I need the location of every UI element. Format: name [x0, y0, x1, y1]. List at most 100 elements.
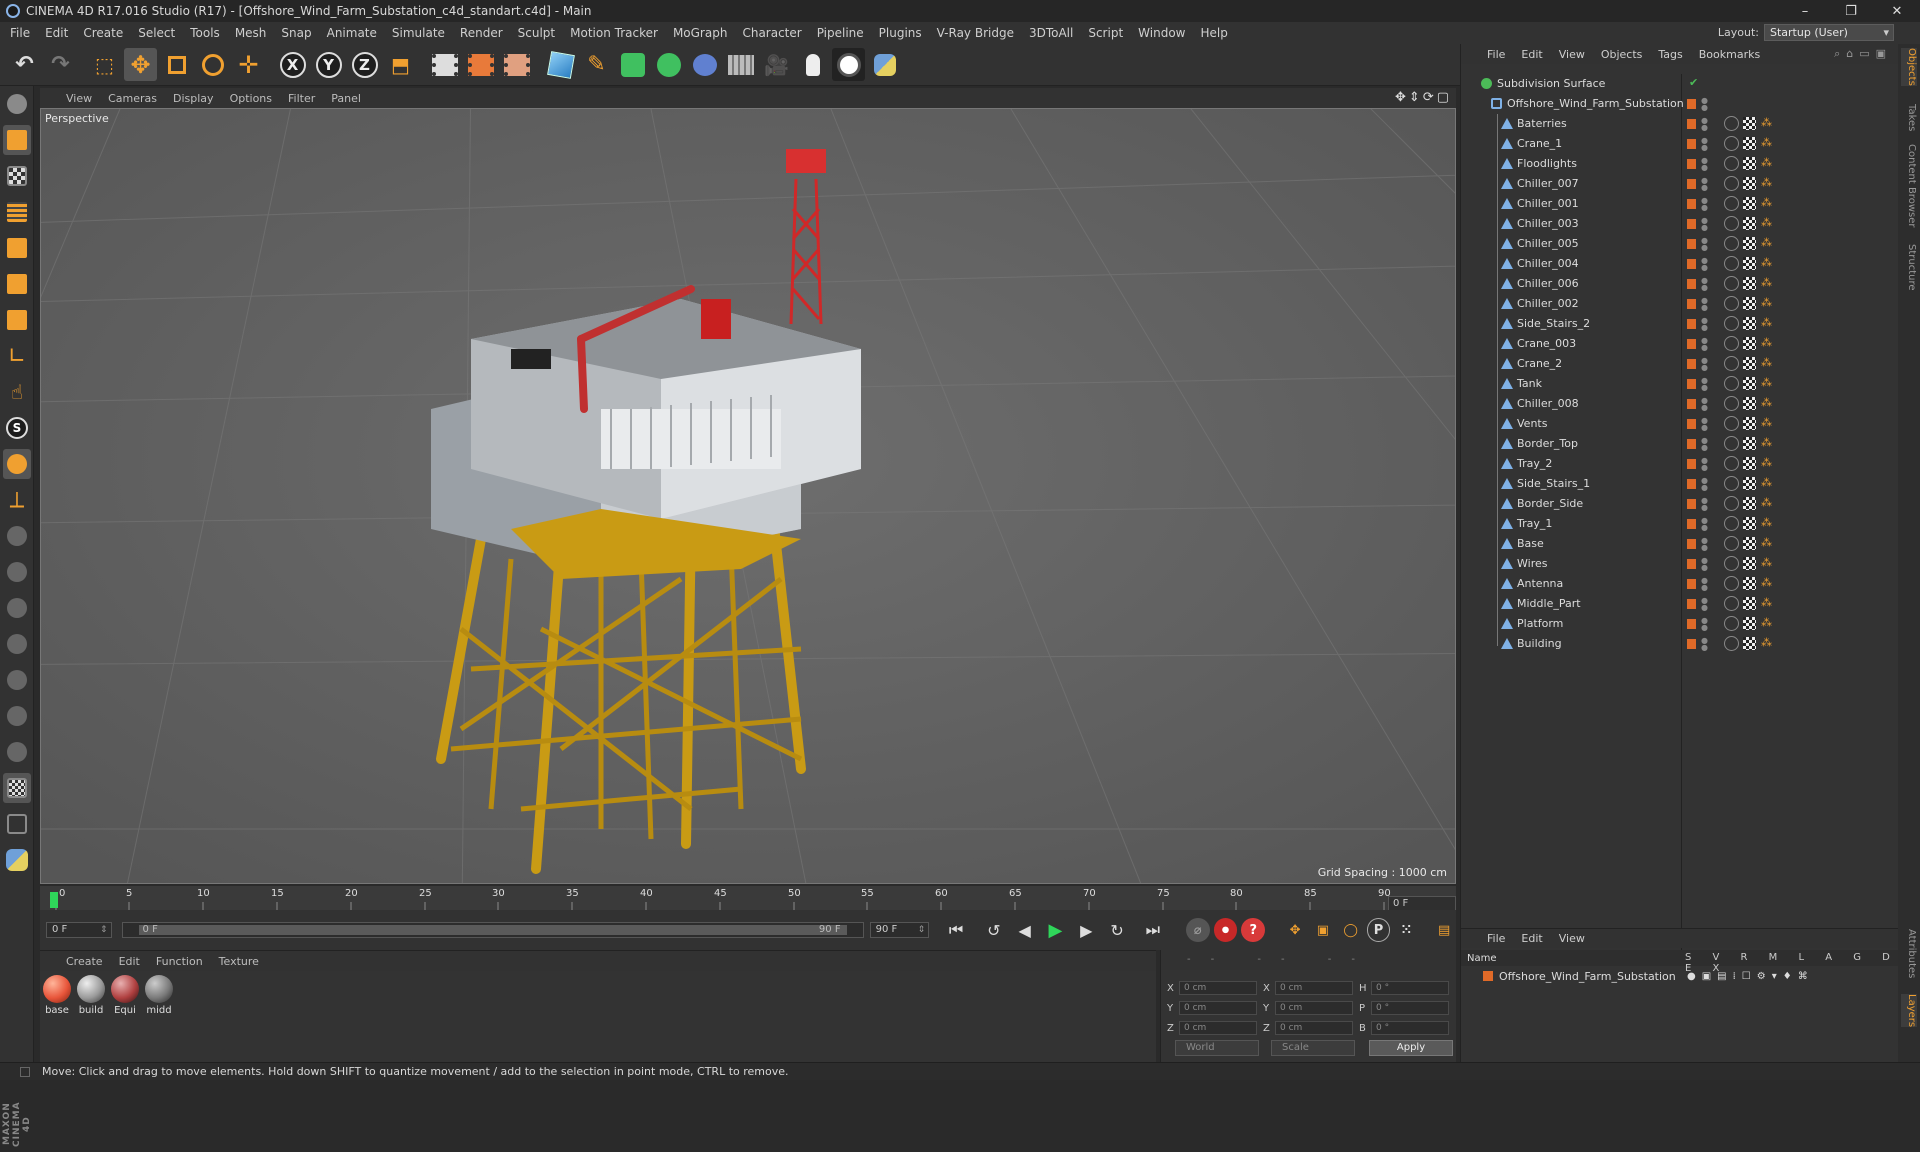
visibility-dots[interactable]: ● ●	[1701, 197, 1708, 212]
material-tag-icon[interactable]	[1724, 536, 1739, 551]
world-dropdown[interactable]: World	[1175, 1040, 1259, 1056]
tree-row-child[interactable]: Tray_2 ● ● ⁂	[1461, 454, 1899, 474]
visibility-dots[interactable]: ● ●	[1701, 537, 1708, 552]
uv-tag-icon[interactable]	[1743, 397, 1756, 410]
object-menu-edit[interactable]: Edit	[1521, 48, 1542, 61]
brush-tool-1[interactable]	[3, 521, 31, 551]
grid-lock-button[interactable]	[3, 773, 31, 803]
tab-structure[interactable]: Structure	[1901, 244, 1917, 291]
tree-row-child[interactable]: Wires ● ● ⁂	[1461, 554, 1899, 574]
position-key-button[interactable]: ✥	[1283, 918, 1307, 942]
visibility-dots[interactable]: ● ●	[1701, 397, 1708, 412]
material-equi[interactable]: Equi	[110, 975, 140, 1016]
menu-sculpt[interactable]: Sculpt	[518, 26, 555, 40]
edges-mode-button[interactable]	[3, 269, 31, 299]
cloner-button[interactable]	[652, 48, 685, 81]
visibility-dots[interactable]: ● ●	[1701, 297, 1708, 312]
tab-objects[interactable]: Objects	[1901, 48, 1917, 86]
tree-row-child[interactable]: Side_Stairs_1 ● ● ⁂	[1461, 474, 1899, 494]
visibility-dots[interactable]: ● ●	[1701, 357, 1708, 372]
visibility-dots[interactable]: ● ●	[1701, 317, 1708, 332]
material-build[interactable]: build	[76, 975, 106, 1016]
magnet-button[interactable]	[3, 449, 31, 479]
coordinate-system-button[interactable]: ⬒	[384, 48, 417, 81]
axis-mode-button[interactable]: ∟	[3, 341, 31, 371]
material-tag-icon[interactable]	[1724, 196, 1739, 211]
brush-tool-6[interactable]	[3, 701, 31, 731]
tree-row-child[interactable]: Vents ● ● ⁂	[1461, 414, 1899, 434]
vray-button[interactable]	[832, 48, 865, 81]
visibility-dots[interactable]: ● ●	[1701, 457, 1708, 472]
tree-row-root[interactable]: Subdivision Surface ✔	[1461, 74, 1899, 94]
make-editable-button[interactable]	[3, 89, 31, 119]
uv-tag-icon[interactable]	[1743, 577, 1756, 590]
uv-tag-icon[interactable]	[1743, 477, 1756, 490]
phong-tag-icon[interactable]: ⁂	[1761, 356, 1772, 369]
material-midd[interactable]: midd	[144, 975, 174, 1016]
menu-edit[interactable]: Edit	[45, 26, 68, 40]
layer-row[interactable]: Offshore_Wind_Farm_Substation ●▣▤⁞☐⚙▾♦⌘	[1461, 968, 1899, 986]
uv-tag-icon[interactable]	[1743, 637, 1756, 650]
uv-tag-icon[interactable]	[1743, 277, 1756, 290]
texture-mode-button[interactable]	[3, 161, 31, 191]
tree-row-child[interactable]: Floodlights ● ● ⁂	[1461, 154, 1899, 174]
visibility-dots[interactable]: ● ●	[1701, 597, 1708, 612]
material-tag-icon[interactable]	[1724, 516, 1739, 531]
phong-tag-icon[interactable]: ⁂	[1761, 196, 1772, 209]
keyframe-selection-button[interactable]: ?	[1241, 918, 1266, 942]
menu-mograph[interactable]: MoGraph	[673, 26, 728, 40]
material-tag-icon[interactable]	[1724, 116, 1739, 131]
material-tag-icon[interactable]	[1724, 136, 1739, 151]
python-button[interactable]	[868, 48, 901, 81]
phong-tag-icon[interactable]: ⁂	[1761, 276, 1772, 289]
uv-tag-icon[interactable]	[1743, 617, 1756, 630]
tree-row-child[interactable]: Baterries ● ● ⁂	[1461, 114, 1899, 134]
material-menu-create[interactable]: Create	[66, 955, 103, 968]
object-menu-objects[interactable]: Objects	[1601, 48, 1643, 61]
enabled-check-icon[interactable]: ✔	[1689, 76, 1698, 89]
tree-row-child[interactable]: Crane_2 ● ● ⁂	[1461, 354, 1899, 374]
tree-row-group[interactable]: Offshore_Wind_Farm_Substation ● ●	[1461, 94, 1899, 114]
tab-takes[interactable]: Takes	[1901, 104, 1917, 131]
next-frame-button[interactable]: ▶	[1073, 917, 1099, 943]
phong-tag-icon[interactable]: ⁂	[1761, 516, 1772, 529]
tab-content-browser[interactable]: Content Browser	[1901, 144, 1917, 227]
menu-vray-bridge[interactable]: V-Ray Bridge	[937, 26, 1014, 40]
phong-tag-icon[interactable]: ⁂	[1761, 376, 1772, 389]
phong-tag-icon[interactable]: ⁂	[1761, 596, 1772, 609]
layer-menu-file[interactable]: File	[1487, 932, 1505, 945]
model-mode-button[interactable]	[3, 125, 31, 155]
material-tag-icon[interactable]	[1724, 596, 1739, 611]
uv-tag-icon[interactable]	[1743, 137, 1756, 150]
viewport-menu-options[interactable]: Options	[230, 92, 272, 105]
move-tool-button[interactable]: ✥	[124, 48, 157, 81]
start-frame-field[interactable]: 0 F	[46, 922, 112, 938]
tab-layers[interactable]: Layers	[1901, 994, 1917, 1028]
layer-flag-icons[interactable]: ●▣▤⁞☐⚙▾♦⌘	[1687, 971, 1814, 982]
brush-tool-5[interactable]	[3, 665, 31, 695]
layer-menu-edit[interactable]: Edit	[1521, 932, 1542, 945]
tree-row-child[interactable]: Chiller_008 ● ● ⁂	[1461, 394, 1899, 414]
material-tag-icon[interactable]	[1724, 216, 1739, 231]
visibility-dots[interactable]: ● ●	[1701, 117, 1708, 132]
material-menu-texture[interactable]: Texture	[219, 955, 259, 968]
size-z-field[interactable]: 0 cm	[1275, 1021, 1353, 1035]
phong-tag-icon[interactable]: ⁂	[1761, 296, 1772, 309]
render-view-button[interactable]	[428, 48, 461, 81]
workplane-mode-button[interactable]	[3, 197, 31, 227]
menu-select[interactable]: Select	[138, 26, 175, 40]
uv-tag-icon[interactable]	[1743, 437, 1756, 450]
scale-key-button[interactable]: ▣	[1311, 918, 1335, 942]
render-settings-button[interactable]	[500, 48, 533, 81]
layout-dropdown[interactable]: Startup (User)	[1764, 24, 1894, 41]
phong-tag-icon[interactable]: ⁂	[1761, 476, 1772, 489]
visibility-dots[interactable]: ● ●	[1701, 417, 1708, 432]
preview-range-slider[interactable]: 0 F 90 F	[121, 922, 864, 938]
material-tag-icon[interactable]	[1724, 296, 1739, 311]
tree-row-child[interactable]: Side_Stairs_2 ● ● ⁂	[1461, 314, 1899, 334]
uv-tag-icon[interactable]	[1743, 217, 1756, 230]
material-tag-icon[interactable]	[1724, 636, 1739, 651]
material-base[interactable]: base	[42, 975, 72, 1016]
object-menu-tags[interactable]: Tags	[1658, 48, 1682, 61]
floor-button[interactable]	[724, 48, 757, 81]
